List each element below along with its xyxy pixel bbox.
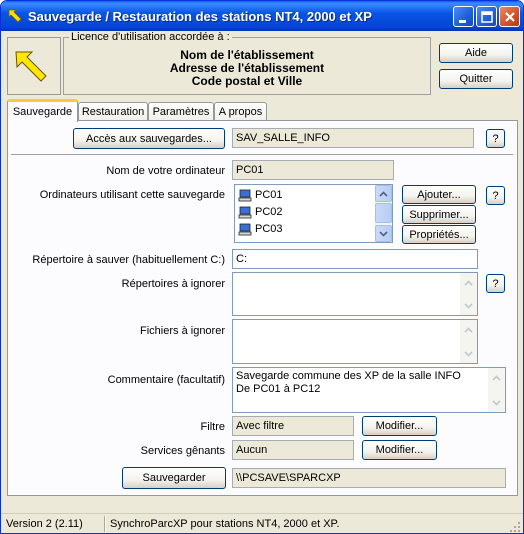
computer-name: PC01 — [255, 189, 283, 201]
chevron-up-icon — [492, 374, 501, 381]
computers-list[interactable]: PC01 PC02 PC03 — [234, 184, 393, 243]
minimize-button[interactable] — [453, 6, 474, 27]
computer-name-label: Nom de votre ordinateur — [106, 165, 225, 177]
chevron-up-icon — [464, 326, 473, 333]
license-caption: Licence d'utilisation accordée à : — [69, 31, 232, 43]
backup-access-help-button[interactable]: ? — [486, 129, 505, 148]
status-divider — [104, 516, 106, 532]
comment-label: Commentaire (facultatif) — [107, 374, 225, 386]
chevron-up-icon — [464, 279, 473, 286]
chevron-down-icon — [492, 399, 501, 406]
backup-access-button[interactable]: Accès aux sauvegardes... — [73, 128, 225, 149]
computers-help-button[interactable]: ? — [486, 186, 505, 205]
maximize-icon — [481, 11, 493, 23]
tab-a-propos[interactable]: A propos — [214, 102, 267, 121]
app-icon — [8, 9, 22, 23]
computer-properties-button[interactable]: Propriétés... — [402, 225, 476, 244]
ignored-files-label: Fichiers à ignorer — [140, 325, 225, 337]
list-item[interactable]: PC02 — [238, 204, 283, 220]
comment-line-1: Savegarde commune des XP de la salle INF… — [236, 370, 461, 382]
ignored-files-textarea[interactable] — [232, 319, 478, 364]
scroll-down-button[interactable] — [488, 394, 505, 411]
computer-name: PC02 — [255, 206, 283, 218]
chevron-up-icon — [379, 190, 388, 197]
services-field: Aucun — [232, 440, 354, 460]
logo — [7, 37, 61, 95]
computer-name: PC03 — [255, 223, 283, 235]
status-bar: Version 2 (2.11) SynchroParcXP pour stat… — [1, 513, 523, 533]
comment-scrollbar[interactable] — [488, 368, 505, 412]
app-description-status: SynchroParcXP pour stations NT4, 2000 et… — [110, 518, 340, 530]
help-button[interactable]: Aide — [439, 43, 513, 63]
save-button[interactable]: Sauvegarder — [122, 467, 226, 489]
ignored-dirs-label: Répertoires à ignorer — [121, 278, 225, 290]
scroll-up-button[interactable] — [488, 369, 505, 386]
chevron-down-icon — [379, 230, 388, 237]
computer-icon — [238, 189, 252, 201]
services-modify-button[interactable]: Modifier... — [362, 440, 437, 460]
ignored-dirs-textarea[interactable] — [232, 272, 478, 316]
tab-sauvegarde[interactable]: Sauvegarde — [7, 99, 78, 122]
filter-field: Avec filtre — [232, 416, 354, 436]
license-address: Adresse de l'établissement — [169, 61, 325, 75]
backup-dir-input[interactable]: C: — [232, 249, 478, 269]
title-bar[interactable]: Sauvegarde / Restauration des stations N… — [1, 1, 523, 31]
close-icon — [505, 12, 515, 22]
application-window: Sauvegarde / Restauration des stations N… — [0, 0, 524, 534]
minimize-icon — [459, 20, 466, 23]
chevron-down-icon — [464, 350, 473, 357]
filter-modify-button[interactable]: Modifier... — [362, 416, 437, 436]
scroll-down-button[interactable] — [460, 297, 477, 314]
filter-label: Filtre — [200, 421, 225, 433]
ignored-dirs-help-button[interactable]: ? — [486, 274, 505, 293]
backup-name-field: SAV_SALLE_INFO — [232, 128, 474, 148]
scroll-up-button[interactable] — [460, 274, 477, 291]
resize-grip-icon[interactable] — [509, 521, 521, 533]
maximize-button[interactable] — [476, 6, 497, 27]
scroll-down-button[interactable] — [375, 225, 392, 242]
computer-icon — [238, 223, 252, 235]
remove-computer-button[interactable]: Supprimer... — [402, 205, 476, 224]
services-label: Services gênants — [140, 445, 225, 457]
computers-label: Ordinateurs utilisant cette sauvegarde — [39, 189, 225, 201]
ignored-dirs-scrollbar[interactable] — [460, 273, 477, 315]
computer-icon — [238, 206, 252, 218]
license-name: Nom de l'établissement — [180, 48, 314, 62]
list-item[interactable]: PC01 — [238, 187, 283, 203]
arrow-logo-icon — [15, 51, 47, 82]
window-title: Sauvegarde / Restauration des stations N… — [28, 9, 372, 24]
tab-parametres[interactable]: Paramètres — [148, 102, 214, 121]
quit-button[interactable]: Quitter — [439, 69, 513, 89]
list-item[interactable]: PC03 — [238, 221, 283, 237]
add-computer-button[interactable]: Ajouter... — [402, 185, 476, 204]
close-button[interactable] — [499, 6, 520, 27]
computer-name-field: PC01 — [232, 160, 394, 180]
separator — [11, 154, 513, 156]
version-status: Version 2 (2.11) — [6, 518, 83, 530]
chevron-down-icon — [464, 302, 473, 309]
backup-dir-label: Répertoire à sauver (habituellement C:) — [32, 254, 225, 266]
scroll-up-button[interactable] — [460, 321, 477, 338]
comment-textarea[interactable]: Savegarde commune des XP de la salle INF… — [232, 367, 506, 413]
scroll-up-button[interactable] — [375, 185, 392, 202]
license-city: Code postal et Ville — [191, 74, 303, 88]
tab-restauration[interactable]: Restauration — [78, 102, 148, 121]
scroll-down-button[interactable] — [460, 345, 477, 362]
computers-scrollbar[interactable] — [375, 185, 392, 242]
ignored-files-scrollbar[interactable] — [460, 320, 477, 363]
scroll-thumb[interactable] — [375, 203, 392, 223]
comment-line-2: De PC01 à PC12 — [236, 383, 321, 395]
save-path-field: \\PCSAVE\SPARCXP — [232, 468, 506, 488]
